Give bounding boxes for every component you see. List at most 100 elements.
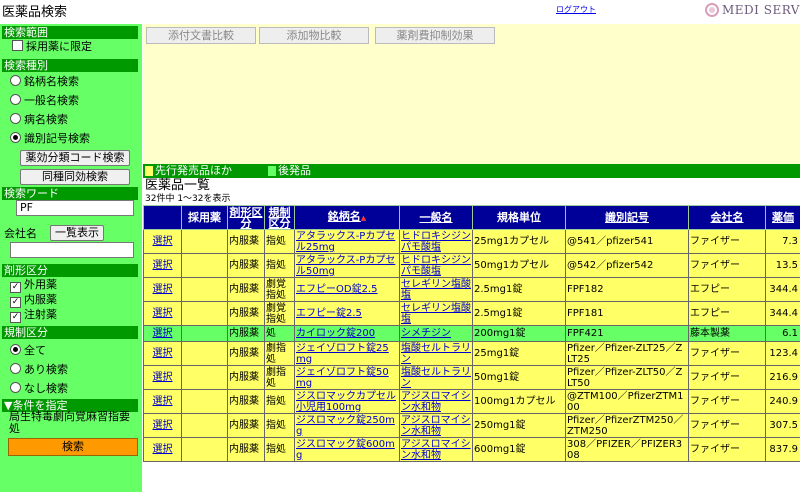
table-row: 選択 内服薬 劇指処 ジェイゾロフト錠25mg 塩酸セルトラリン 25mg1錠 Pfizer… (143, 341, 800, 366)
generic-link[interactable]: ヒドロキシジンパモ酸塩 (401, 255, 471, 277)
col-code[interactable]: 識別記号 (565, 205, 689, 230)
adopted-only-checkbox[interactable]: 採用薬に限定 (12, 39, 92, 54)
col-company[interactable]: 会社名 (688, 205, 766, 230)
select-link[interactable]: 選択 (153, 396, 173, 407)
brand-link[interactable]: アタラックス-Pカプセル50mg (296, 255, 395, 277)
table-body: 選択 内服薬 指処 アタラックス-Pカプセル25mg ヒドロキシジンパモ酸塩 25mg1カ… (143, 229, 800, 462)
search-button[interactable]: 検索 (8, 438, 138, 456)
select-link[interactable]: 選択 (153, 420, 173, 431)
generic-cell: 塩酸セルトラリン (399, 341, 473, 366)
col-regulation[interactable]: 規制区分 (264, 205, 295, 230)
generic-link[interactable]: ヒドロキシジンパモ酸塩 (401, 231, 471, 253)
select-link[interactable]: 選択 (153, 308, 173, 319)
list-title: 医薬品一覧 (145, 178, 211, 193)
brand-link[interactable]: エフピーOD錠2.5 (296, 284, 377, 295)
brand-link[interactable]: エフピー錠2.5 (296, 308, 362, 319)
generic-link[interactable]: セレギリン塩酸塩 (401, 279, 471, 301)
logout-link[interactable]: ログアウト (556, 4, 596, 15)
brand-link[interactable]: カイロック錠200 (296, 328, 375, 339)
search-type-heading: 検索種別 (2, 59, 138, 72)
sort-indicator-icon: ▲ (360, 214, 367, 222)
code-cell: Pfizer／Pfizer-ZLT25／ZLT25 (565, 341, 689, 366)
col-form-link[interactable]: 剤形区分 (230, 206, 263, 230)
radio-icon[interactable] (10, 113, 21, 124)
checkbox-checked-icon[interactable]: ✓ (10, 312, 21, 323)
code-cell: FPF421 (565, 325, 689, 342)
col-regulation-link[interactable]: 規制区分 (269, 206, 291, 230)
compare-package-insert-button[interactable]: 添付文書比較 (146, 27, 256, 44)
select-link[interactable]: 選択 (153, 348, 173, 359)
radio-disease-search[interactable]: 病名検索 (10, 112, 68, 127)
efficacy-code-search-button[interactable]: 薬効分類コード検索 (20, 150, 130, 166)
generic-link[interactable]: セレギリン塩酸塩 (401, 303, 471, 325)
select-link[interactable]: 選択 (153, 260, 173, 271)
select-link[interactable]: 選択 (153, 284, 173, 295)
checkbox-icon[interactable] (12, 40, 23, 51)
adopted-only-label: 採用薬に限定 (26, 40, 92, 53)
brand-cell: アタラックス-Pカプセル25mg (294, 229, 400, 254)
select-link[interactable]: 選択 (153, 236, 173, 247)
compare-additives-button[interactable]: 添加物比較 (259, 27, 369, 44)
col-brand-link[interactable]: 銘柄名 (328, 210, 361, 223)
generic-cell: ヒドロキシジンパモ酸塩 (399, 253, 473, 278)
adopted-cell (181, 253, 228, 278)
compare-bar: 添付文書比較 添加物比較 薬剤費抑制効果 (143, 24, 800, 164)
brand-link[interactable]: ジスロマックカプセル小児用100mg (296, 391, 396, 413)
radio-icon[interactable] (10, 382, 21, 393)
brand-link[interactable]: ジスロマック錠250mg (296, 415, 395, 437)
col-generic-link[interactable]: 一般名 (420, 211, 453, 224)
radio-all[interactable]: 全て (10, 343, 46, 358)
radio-generic-search[interactable]: 一般名検索 (10, 93, 79, 108)
sidebar: 検索範囲 採用薬に限定 検索種別 銘柄名検索 一般名検索 病名検索 識別記号検索… (0, 24, 142, 492)
checkbox-injection[interactable]: ✓ 注射薬 (10, 307, 57, 323)
checkbox-internal[interactable]: ✓ 内服薬 (10, 292, 57, 308)
generic-link[interactable]: シメチジン (401, 328, 451, 339)
select-link[interactable]: 選択 (153, 372, 173, 383)
price-cell: 123.4 (765, 341, 800, 366)
radio-code-search[interactable]: 識別記号検索 (10, 131, 90, 146)
col-price[interactable]: 薬価 (765, 205, 800, 230)
col-form[interactable]: 剤形区分 (227, 205, 265, 230)
radio-icon[interactable] (10, 363, 21, 374)
brand-link[interactable]: ジスロマック錠600mg (296, 439, 395, 461)
radio-icon[interactable] (10, 94, 21, 105)
col-code-link[interactable]: 識別記号 (605, 211, 649, 224)
company-input[interactable] (10, 242, 134, 258)
generic-cell: セレギリン塩酸塩 (399, 301, 473, 326)
brand-link[interactable]: ジェイゾロフト錠50mg (296, 367, 389, 389)
col-brand[interactable]: 銘柄名▲ (294, 205, 400, 230)
radio-icon[interactable] (10, 75, 21, 86)
radio-without-regulation[interactable]: なし検索 (10, 381, 68, 396)
keyword-input[interactable]: PF (16, 200, 134, 216)
same-kind-search-button[interactable]: 同種同効検索 (20, 169, 130, 185)
company-list-button[interactable]: 一覧表示 (50, 225, 104, 241)
adopted-cell (181, 341, 228, 366)
select-cell: 選択 (143, 365, 182, 390)
form-cell: 内服薬 (227, 341, 265, 366)
drug-cost-effect-button[interactable]: 薬剤費抑制効果 (375, 27, 495, 44)
legend-bar: 先行発売品ほか 後発品 (143, 164, 800, 178)
radio-with-regulation[interactable]: あり検索 (10, 362, 68, 377)
select-link[interactable]: 選択 (153, 328, 173, 339)
generic-link[interactable]: アジスロマイシン水和物 (401, 439, 471, 461)
result-count: 32件中 1～32を表示 (145, 194, 231, 204)
brand-cell: ジェイゾロフト錠25mg (294, 341, 400, 366)
brand-link[interactable]: ジェイゾロフト錠25mg (296, 343, 389, 365)
regulation-cell: 劇指処 (264, 341, 295, 366)
col-price-link[interactable]: 薬価 (772, 211, 794, 224)
col-generic[interactable]: 一般名 (399, 205, 473, 230)
brand-link[interactable]: アタラックス-Pカプセル25mg (296, 231, 395, 253)
radio-brand-label: 銘柄名検索 (24, 75, 79, 88)
generic-link[interactable]: 塩酸セルトラリン (401, 367, 471, 389)
generic-link[interactable]: アジスロマイシン水和物 (401, 391, 471, 413)
radio-brand-search[interactable]: 銘柄名検索 (10, 74, 79, 89)
radio-selected-icon[interactable] (10, 132, 21, 143)
col-company-link[interactable]: 会社名 (711, 211, 744, 224)
regulation-cell: 劇覚指処 (264, 277, 295, 302)
select-link[interactable]: 選択 (153, 444, 173, 455)
generic-link[interactable]: アジスロマイシン水和物 (401, 415, 471, 437)
generic-link[interactable]: 塩酸セルトラリン (401, 343, 471, 365)
checkbox-external[interactable]: ✓ 外用薬 (10, 277, 57, 293)
radio-selected-icon[interactable] (10, 344, 21, 355)
brand-cell: エフピー錠2.5 (294, 301, 400, 326)
